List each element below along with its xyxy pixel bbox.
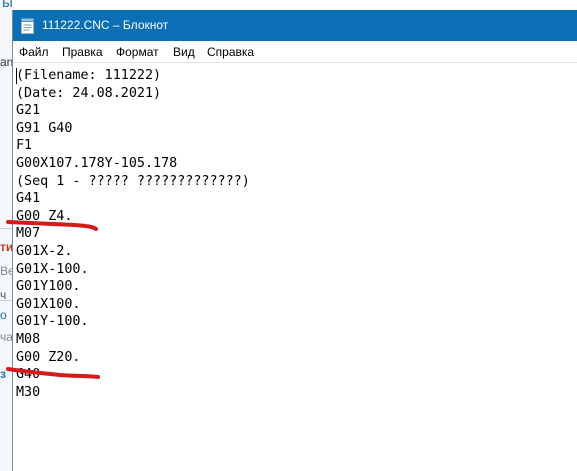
text-line: G01X-2. — [16, 243, 73, 259]
screen: ыстрый ответ an ти Be ч о ча з 111222.CN… — [0, 0, 577, 471]
background-text-fragment: ча — [0, 330, 12, 344]
text-editor-area[interactable]: (Filename: 111222) (Date: 24.08.2021) G2… — [13, 63, 577, 471]
text-line: G41 — [16, 191, 41, 207]
text-line: G91 G40 — [16, 120, 73, 136]
text-line: G00X107.178Y-105.178 — [16, 155, 178, 171]
text-content: (Filename: 111222) (Date: 24.08.2021) G2… — [16, 67, 250, 401]
text-line: M08 — [16, 331, 41, 347]
text-line: M07 — [16, 226, 41, 242]
title-bar[interactable]: 111222.CNC – Блокнот — [13, 10, 577, 41]
menu-view[interactable]: Вид — [172, 45, 196, 59]
notepad-window: 111222.CNC – Блокнот Файл Правка Формат … — [12, 10, 577, 471]
background-divider — [0, 300, 12, 301]
background-text-fragment: ти — [0, 240, 12, 254]
text-line: (Filename: 111222) — [16, 68, 162, 83]
text-line: G01X100. — [16, 296, 81, 312]
text-line: F1 — [16, 138, 33, 154]
background-text-fragment: з — [0, 367, 6, 381]
text-line: (Seq 1 - ????? ?????????????) — [16, 173, 250, 189]
background-text-fragment: о — [0, 308, 7, 322]
text-line: G40 — [16, 367, 41, 383]
text-line: (Date: 24.08.2021) — [16, 85, 162, 101]
text-line: G01Y-100. — [16, 314, 89, 330]
menu-file[interactable]: Файл — [18, 45, 50, 59]
text-line: G21 — [16, 103, 41, 119]
text-line: M30 — [16, 384, 41, 400]
window-title: 111222.CNC – Блокнот — [42, 18, 169, 32]
background-page: ыстрый ответ an ти Be ч о ча з — [0, 0, 12, 471]
text-line-highlighted: G00 Z20. — [16, 349, 81, 365]
menu-edit[interactable]: Правка — [61, 45, 104, 59]
text-line-highlighted: G00 Z4. — [16, 208, 73, 224]
menu-bar: Файл Правка Формат Вид Справка — [13, 41, 577, 63]
text-line: G01X-100. — [16, 261, 89, 277]
notepad-icon[interactable] — [21, 18, 34, 34]
text-line: G01Y100. — [16, 279, 81, 295]
menu-format[interactable]: Формат — [115, 45, 160, 59]
menu-help[interactable]: Справка — [206, 45, 255, 59]
background-divider — [0, 228, 12, 229]
background-heading: ыстрый ответ — [2, 0, 12, 10]
background-text-fragment: Be — [0, 264, 12, 278]
background-text-fragment: an — [0, 55, 12, 69]
